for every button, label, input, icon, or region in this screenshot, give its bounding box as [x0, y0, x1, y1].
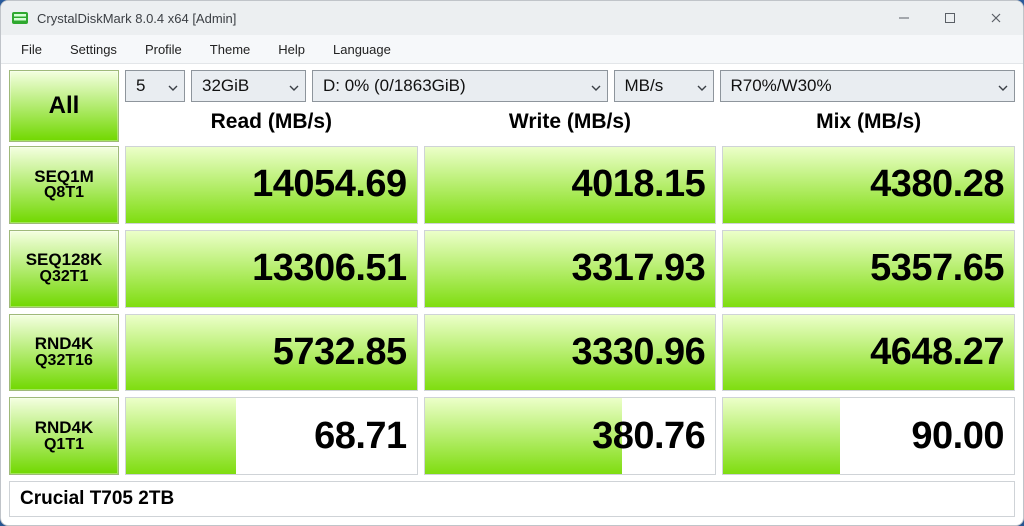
column-header-read: Read (MB/s): [125, 110, 418, 134]
drive-select[interactable]: D: 0% (0/1863GiB): [312, 70, 608, 102]
benchmark-grid: SEQ1MQ8T114054.694018.154380.28SEQ128KQ3…: [9, 146, 1015, 475]
menu-settings[interactable]: Settings: [56, 35, 131, 63]
mix-profile-select[interactable]: R70%/W30%: [720, 70, 1016, 102]
result-value: 3330.96: [571, 331, 705, 374]
run-all-label: All: [49, 93, 80, 118]
minimize-button[interactable]: [881, 1, 927, 35]
result-write-seq128k-q32t1: 3317.93: [424, 230, 717, 308]
menu-help[interactable]: Help: [264, 35, 319, 63]
result-read-seq1m-q8t1: 14054.69: [125, 146, 418, 224]
result-value: 68.71: [314, 415, 407, 458]
test-label-line2: Q32T1: [40, 269, 89, 286]
mix-profile-value: R70%/W30%: [731, 76, 832, 96]
test-label-line2: Q32T16: [35, 353, 93, 370]
run-all-button[interactable]: All: [9, 70, 119, 142]
result-read-seq128k-q32t1: 13306.51: [125, 230, 418, 308]
result-bar: [126, 398, 236, 474]
maximize-button[interactable]: [927, 1, 973, 35]
test-label-line1: RND4K: [35, 335, 94, 353]
result-value: 3317.93: [571, 247, 705, 290]
device-name: Crucial T705 2TB: [20, 488, 174, 510]
app-icon: [11, 9, 29, 27]
test-label-line1: RND4K: [35, 419, 94, 437]
chevron-down-icon: [591, 76, 601, 96]
result-write-seq1m-q8t1: 4018.15: [424, 146, 717, 224]
test-size-select[interactable]: 32GiB: [191, 70, 306, 102]
close-button[interactable]: [973, 1, 1019, 35]
result-value: 4648.27: [870, 331, 1004, 374]
chevron-down-icon: [697, 76, 707, 96]
chevron-down-icon: [289, 76, 299, 96]
result-mix-seq1m-q8t1: 4380.28: [722, 146, 1015, 224]
menu-profile[interactable]: Profile: [131, 35, 196, 63]
run-test-button-rnd4k-q1t1[interactable]: RND4KQ1T1: [9, 397, 119, 475]
titlebar[interactable]: CrystalDiskMark 8.0.4 x64 [Admin]: [1, 1, 1023, 35]
iterations-select[interactable]: 5: [125, 70, 185, 102]
test-size-value: 32GiB: [202, 76, 249, 96]
menu-file[interactable]: File: [7, 35, 56, 63]
chevron-down-icon: [168, 76, 178, 96]
window-title: CrystalDiskMark 8.0.4 x64 [Admin]: [37, 11, 236, 26]
test-label-line1: SEQ128K: [26, 251, 103, 269]
result-mix-rnd4k-q32t16: 4648.27: [722, 314, 1015, 392]
test-label-line2: Q1T1: [44, 437, 84, 454]
result-value: 14054.69: [252, 163, 407, 206]
result-read-rnd4k-q1t1: 68.71: [125, 397, 418, 475]
result-read-rnd4k-q32t16: 5732.85: [125, 314, 418, 392]
menu-theme[interactable]: Theme: [196, 35, 264, 63]
iterations-value: 5: [136, 76, 145, 96]
client-area: All 5 32GiB D: 0% (0/1863GiB): [1, 64, 1023, 525]
device-footer: Crucial T705 2TB: [9, 481, 1015, 517]
result-value: 90.00: [911, 415, 1004, 458]
run-test-button-seq1m-q8t1[interactable]: SEQ1MQ8T1: [9, 146, 119, 224]
result-value: 380.76: [592, 415, 705, 458]
unit-select[interactable]: MB/s: [614, 70, 714, 102]
unit-value: MB/s: [625, 76, 664, 96]
result-mix-rnd4k-q1t1: 90.00: [722, 397, 1015, 475]
test-label-line1: SEQ1M: [34, 168, 94, 186]
result-value: 5732.85: [273, 331, 407, 374]
column-header-mix: Mix (MB/s): [722, 110, 1015, 134]
result-value: 4018.15: [571, 163, 705, 206]
result-write-rnd4k-q1t1: 380.76: [424, 397, 717, 475]
menu-language[interactable]: Language: [319, 35, 405, 63]
test-label-line2: Q8T1: [44, 185, 84, 202]
run-test-button-seq128k-q32t1[interactable]: SEQ128KQ32T1: [9, 230, 119, 308]
menubar: File Settings Profile Theme Help Languag…: [1, 35, 1023, 64]
result-write-rnd4k-q32t16: 3330.96: [424, 314, 717, 392]
drive-value: D: 0% (0/1863GiB): [323, 76, 466, 96]
result-value: 13306.51: [252, 247, 407, 290]
result-mix-seq128k-q32t1: 5357.65: [722, 230, 1015, 308]
app-window: CrystalDiskMark 8.0.4 x64 [Admin] File S…: [0, 0, 1024, 526]
column-header-write: Write (MB/s): [424, 110, 717, 134]
result-bar: [723, 398, 839, 474]
result-value: 4380.28: [870, 163, 1004, 206]
run-test-button-rnd4k-q32t16[interactable]: RND4KQ32T16: [9, 314, 119, 392]
chevron-down-icon: [998, 76, 1008, 96]
result-value: 5357.65: [870, 247, 1004, 290]
